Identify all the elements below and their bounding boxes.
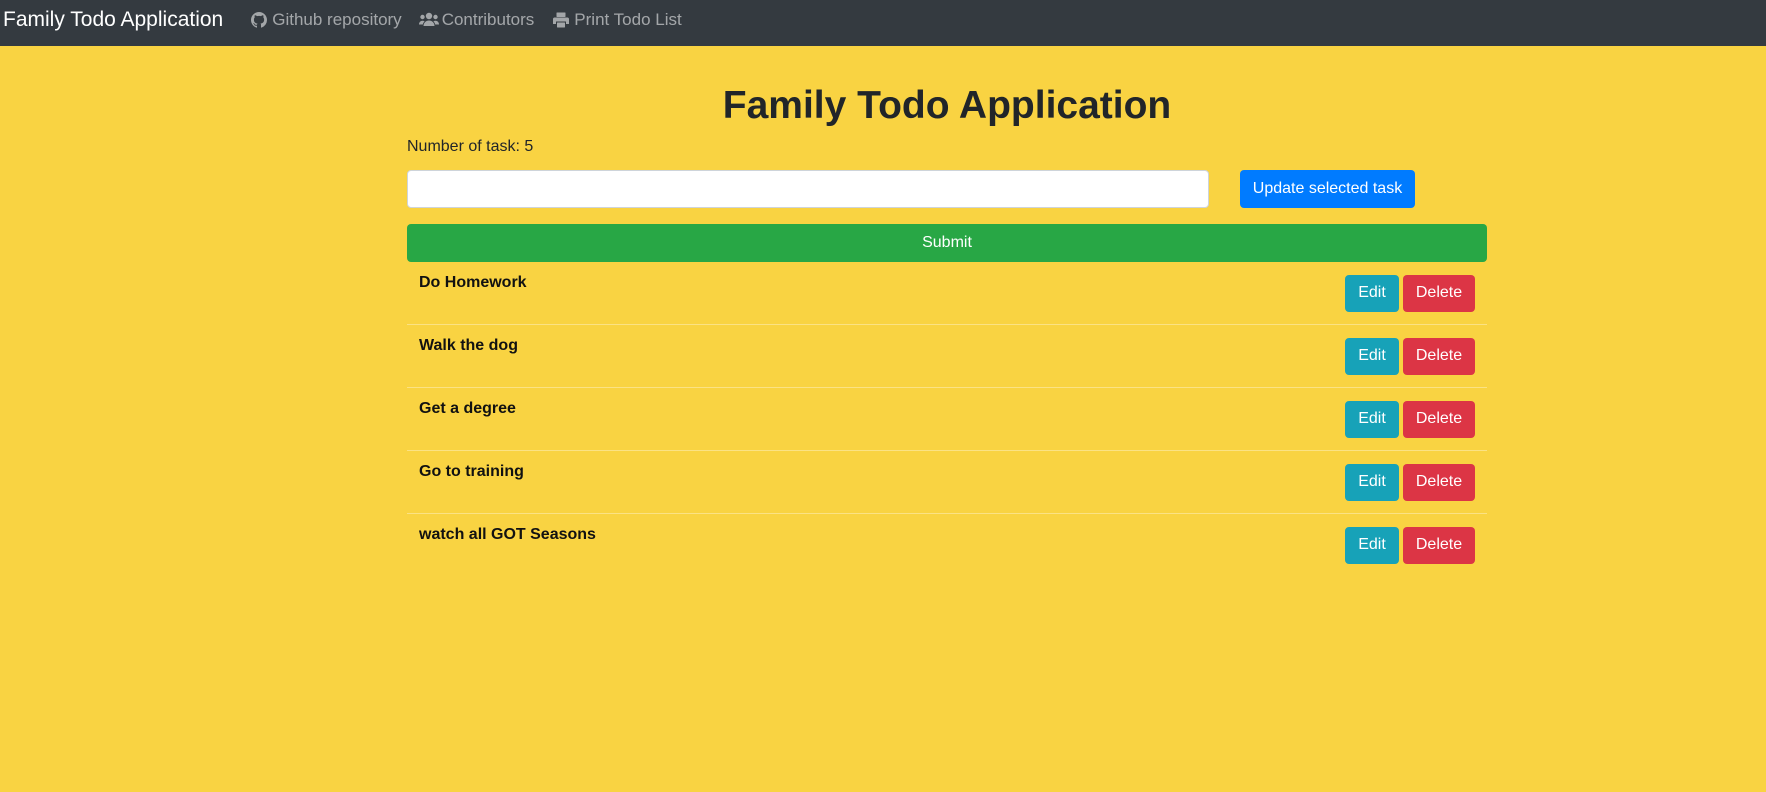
task-actions: Edit Delete: [1345, 526, 1475, 564]
task-item: watch all GOT Seasons Edit Delete: [407, 514, 1487, 577]
delete-button[interactable]: Delete: [1403, 400, 1475, 438]
task-item: Walk the dog Edit Delete: [407, 325, 1487, 388]
nav-link-label: Contributors: [441, 10, 535, 29]
nav-link-label: Print Todo List: [574, 10, 682, 29]
edit-button[interactable]: Edit: [1345, 463, 1399, 501]
task-label: Do Homework: [419, 273, 527, 291]
nav-link-github[interactable]: Github repository: [249, 10, 402, 30]
main-container: Family Todo Application Number of task: …: [407, 46, 1487, 577]
nav-link-label: Github repository: [272, 10, 402, 29]
task-label: Walk the dog: [419, 336, 518, 354]
task-list: Do Homework Edit Delete Walk the dog Edi…: [407, 262, 1487, 577]
edit-button[interactable]: Edit: [1345, 274, 1399, 312]
delete-button[interactable]: Delete: [1403, 274, 1475, 312]
github-icon: [249, 11, 269, 29]
edit-button[interactable]: Edit: [1345, 337, 1399, 375]
page-title: Family Todo Application: [722, 84, 1172, 127]
navbar-brand[interactable]: Family Todo Application: [3, 8, 223, 32]
top-navbar: Family Todo Application Github repositor…: [0, 0, 1766, 46]
delete-button[interactable]: Delete: [1403, 337, 1475, 375]
task-actions: Edit Delete: [1345, 337, 1475, 375]
task-count: Number of task: 5: [407, 137, 534, 155]
task-label: Go to training: [419, 462, 524, 480]
task-actions: Edit Delete: [1345, 463, 1475, 501]
submit-button[interactable]: Submit: [407, 223, 1487, 262]
update-selected-task-button[interactable]: Update selected task: [1240, 169, 1415, 208]
users-icon: [418, 11, 439, 29]
task-item: Do Homework Edit Delete: [407, 262, 1487, 325]
task-label: watch all GOT Seasons: [419, 525, 596, 543]
edit-button[interactable]: Edit: [1345, 526, 1399, 564]
task-item: Go to training Edit Delete: [407, 451, 1487, 514]
edit-button[interactable]: Edit: [1345, 400, 1399, 438]
task-input-row: Update selected task: [407, 169, 1487, 208]
delete-button[interactable]: Delete: [1403, 526, 1475, 564]
nav-link-print[interactable]: Print Todo List: [551, 10, 682, 30]
nav-link-contributors[interactable]: Contributors: [418, 10, 535, 30]
print-icon: [551, 11, 571, 29]
task-input[interactable]: [407, 169, 1209, 208]
task-item: Get a degree Edit Delete: [407, 388, 1487, 451]
delete-button[interactable]: Delete: [1403, 463, 1475, 501]
task-actions: Edit Delete: [1345, 274, 1475, 312]
task-actions: Edit Delete: [1345, 400, 1475, 438]
task-label: Get a degree: [419, 399, 516, 417]
